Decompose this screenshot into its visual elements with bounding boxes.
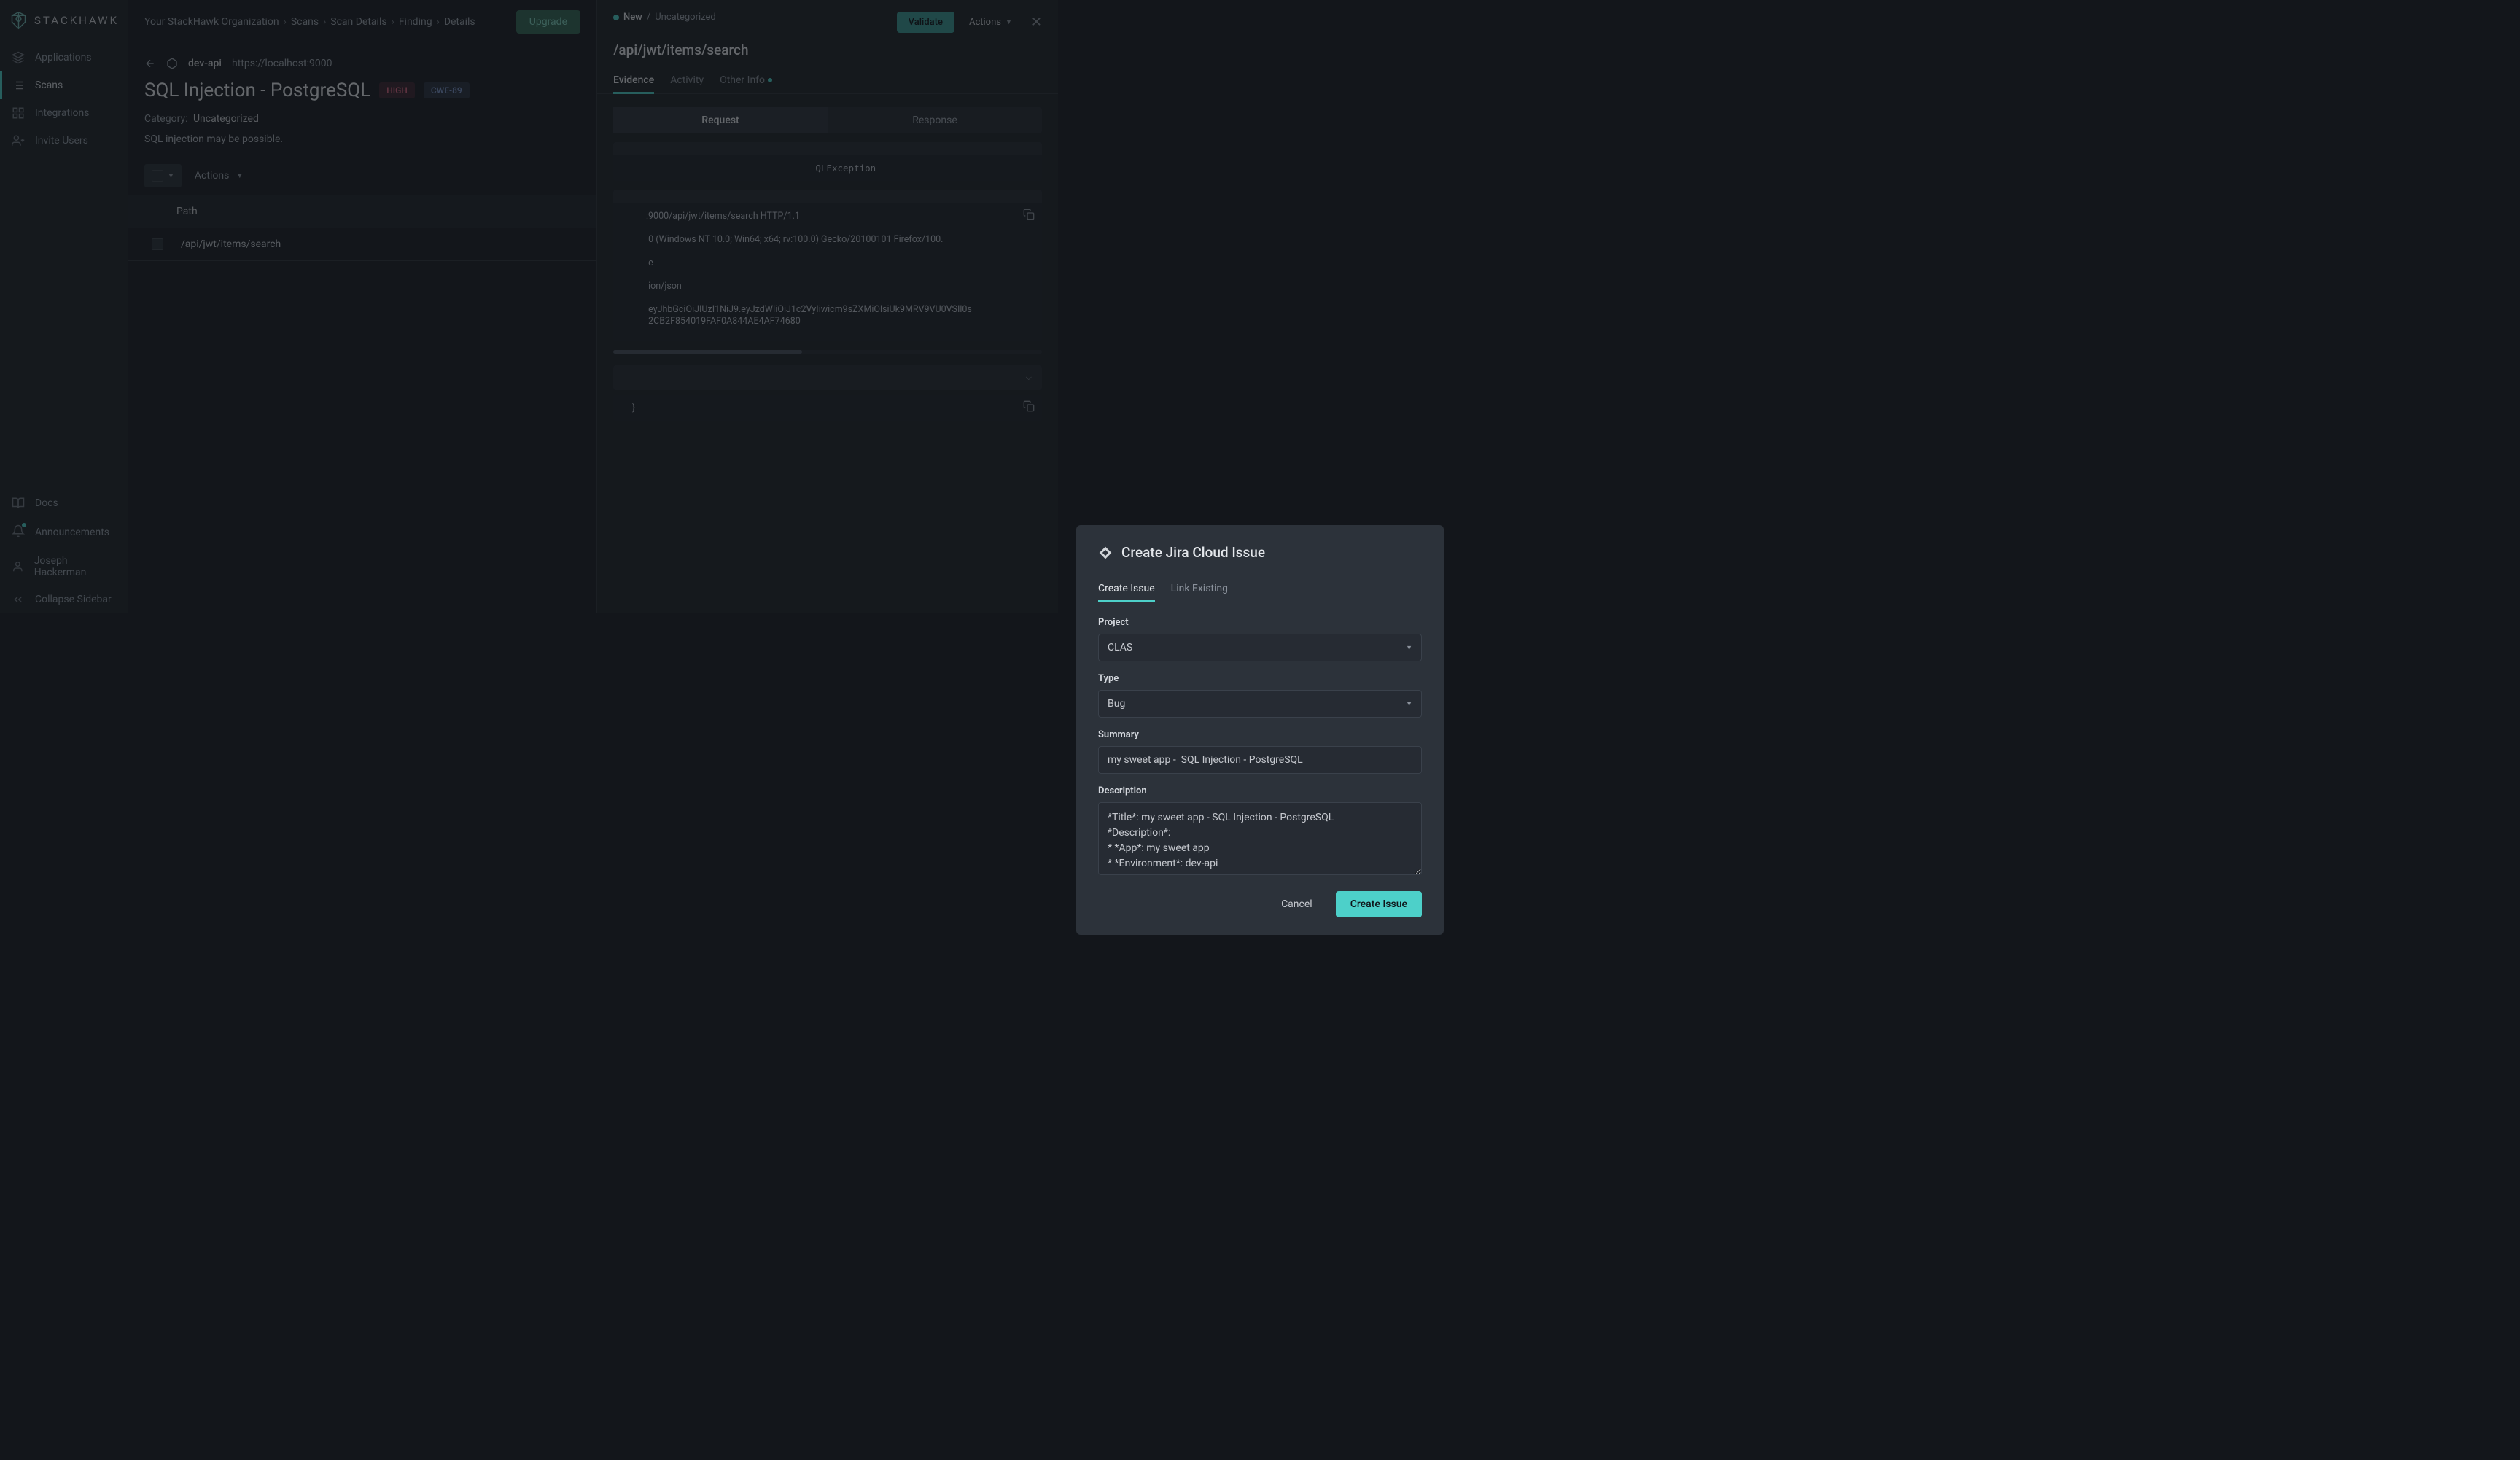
jira-icon	[1098, 545, 1113, 560]
chevron-down-icon: ▼	[1406, 700, 1412, 708]
modal-tab-link[interactable]: Link Existing	[1171, 575, 1228, 602]
project-select[interactable]: CLAS ▼	[1098, 634, 1422, 661]
modal-title: Create Jira Cloud Issue	[1121, 544, 1265, 561]
type-select[interactable]: Bug ▼	[1098, 690, 1422, 718]
create-jira-issue-modal: Create Jira Cloud Issue Create Issue Lin…	[1076, 525, 1444, 935]
modal-tab-create[interactable]: Create Issue	[1098, 575, 1155, 602]
type-label: Type	[1098, 673, 1422, 684]
description-textarea[interactable]	[1098, 802, 1422, 875]
description-label: Description	[1098, 785, 1422, 796]
summary-input[interactable]	[1098, 746, 1422, 774]
project-label: Project	[1098, 617, 1422, 628]
summary-label: Summary	[1098, 729, 1422, 740]
create-issue-button[interactable]: Create Issue	[1336, 891, 1422, 917]
modal-overlay[interactable]: Create Jira Cloud Issue Create Issue Lin…	[0, 0, 2520, 1460]
chevron-down-icon: ▼	[1406, 644, 1412, 652]
cancel-button[interactable]: Cancel	[1269, 891, 1324, 917]
